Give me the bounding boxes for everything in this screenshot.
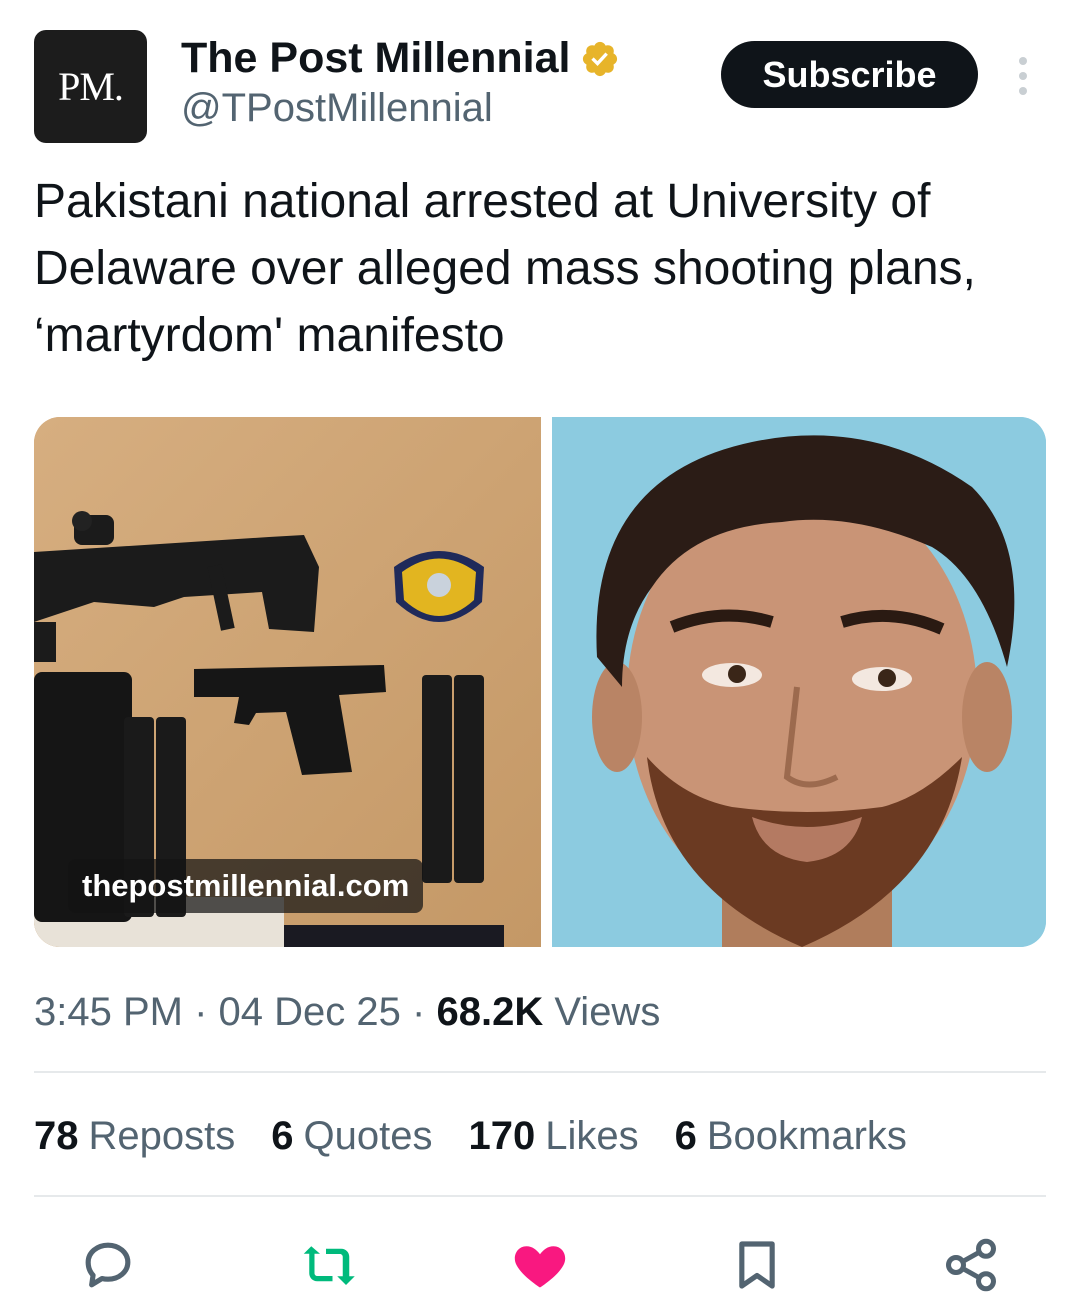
- author-display-name[interactable]: The Post Millennial: [181, 34, 570, 83]
- author-avatar[interactable]: PM.: [34, 30, 147, 143]
- stat-label: Quotes: [303, 1114, 433, 1158]
- tweet-date[interactable]: 04 Dec 25: [219, 990, 401, 1034]
- stat-label: Bookmarks: [706, 1114, 907, 1158]
- stat-bookmarks[interactable]: 6 Bookmarks: [675, 1114, 907, 1159]
- tweet-meta: 3:45 PM · 04 Dec 25 · 68.2K Views: [34, 990, 660, 1035]
- suspect-photo[interactable]: [552, 417, 1046, 947]
- like-button[interactable]: [507, 1232, 573, 1298]
- meta-separator: ·: [194, 990, 208, 1034]
- reply-icon: [85, 1242, 131, 1288]
- media-watermark: thepostmillennial.com: [68, 859, 424, 913]
- stat-label: Reposts: [88, 1114, 236, 1158]
- author-handle[interactable]: @TPostMillennial: [181, 86, 493, 131]
- bookmark-button[interactable]: [724, 1232, 790, 1298]
- stat-likes[interactable]: 170 Likes: [468, 1114, 638, 1159]
- repost-button[interactable]: [297, 1232, 363, 1298]
- share-icon: [946, 1238, 996, 1292]
- tweet-time[interactable]: 3:45 PM: [34, 990, 183, 1034]
- stat-reposts[interactable]: 78 Reposts: [34, 1114, 235, 1159]
- like-icon: [514, 1246, 566, 1288]
- action-bar: [0, 1232, 1080, 1298]
- stat-count: 170: [468, 1114, 536, 1158]
- meta-separator: ·: [412, 990, 426, 1034]
- stat-count: 6: [271, 1114, 294, 1158]
- reply-button[interactable]: [75, 1232, 141, 1298]
- stat-count: 6: [674, 1114, 697, 1158]
- tweet-text: Pakistani national arrested at Universit…: [34, 175, 976, 362]
- more-vertical-icon[interactable]: [1010, 54, 1036, 98]
- tweet-media[interactable]: thepostmillennial.com: [34, 417, 1046, 947]
- verified-badge-icon: [583, 41, 618, 76]
- repost-icon: [303, 1246, 355, 1285]
- engagement-stats: 78 Reposts 6 Quotes 170 Likes 6 Bookmarks: [34, 1114, 943, 1159]
- stat-count: 78: [34, 1114, 79, 1158]
- suspect-photo-illustration: [552, 417, 1046, 947]
- author-name-row: The Post Millennial: [181, 34, 620, 83]
- views-count: 68.2K: [436, 990, 544, 1034]
- stat-quotes[interactable]: 6 Quotes: [271, 1114, 432, 1159]
- divider: [34, 1071, 1046, 1073]
- divider: [34, 1195, 1046, 1197]
- evidence-photo[interactable]: thepostmillennial.com: [34, 417, 541, 947]
- subscribe-button[interactable]: Subscribe: [721, 41, 978, 108]
- views-label: Views: [554, 990, 661, 1034]
- bookmark-icon: [739, 1241, 775, 1289]
- stat-label: Likes: [545, 1114, 639, 1158]
- share-button[interactable]: [938, 1232, 1004, 1298]
- avatar-logo-text: PM.: [58, 64, 124, 109]
